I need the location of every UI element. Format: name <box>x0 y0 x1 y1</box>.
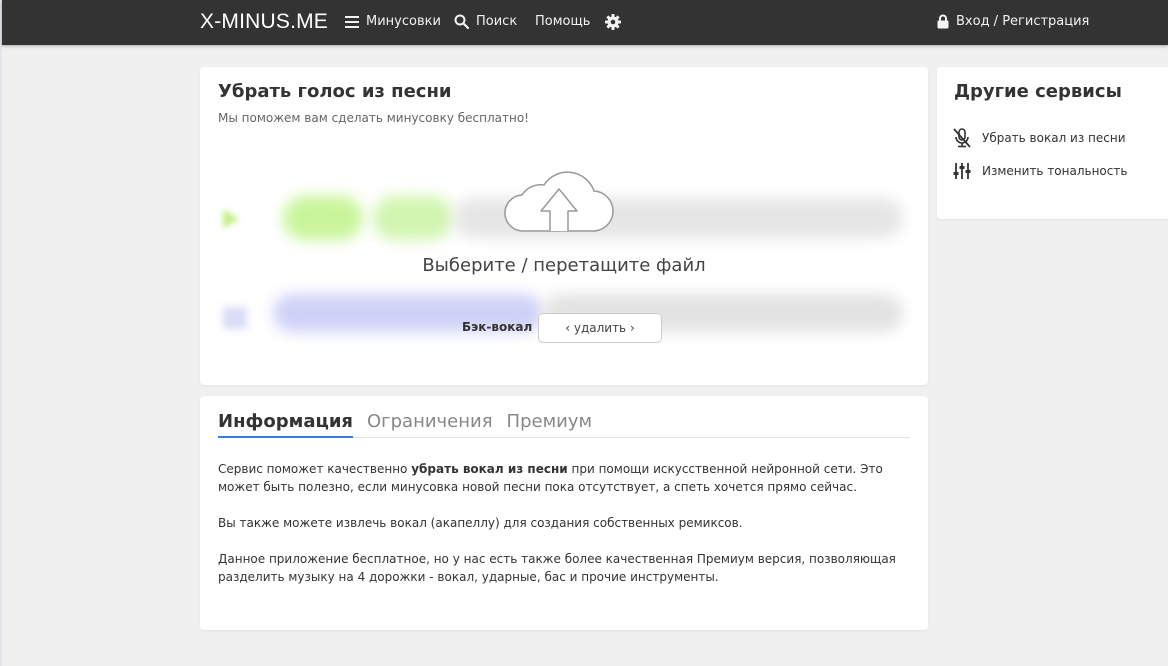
page-edge <box>0 0 2 666</box>
nav-search-label: Поиск <box>476 14 518 29</box>
login-label: Вход / Регистрация <box>956 14 1090 29</box>
hamburger-icon <box>345 15 359 28</box>
info-tabs: Информация Ограничения Премиум <box>218 410 910 438</box>
nav-menu-label: Минусовки <box>366 14 441 29</box>
settings-button[interactable] <box>605 0 621 43</box>
service-label-change-key: Изменить тональность <box>982 164 1128 178</box>
backvocal-remove-select[interactable]: ‹ удалить › <box>538 313 662 343</box>
info-p1-before: Сервис поможет качественно <box>218 462 412 476</box>
top-navbar: X-MINUS.ME Минусовки Поиск Помощь Вход /… <box>2 0 1168 45</box>
other-services-title: Другие сервисы <box>954 81 1122 102</box>
tab-premium[interactable]: Премиум <box>507 410 593 438</box>
play-icon <box>223 209 239 229</box>
info-card: Информация Ограничения Премиум Сервис по… <box>200 396 928 630</box>
waveform-track-1 <box>283 196 363 240</box>
info-paragraph-1: Сервис поможет качественно убрать вокал … <box>218 460 910 496</box>
other-services-card: Другие сервисы Убрать вокал из песни Изм… <box>937 67 1168 219</box>
nav-menu-link[interactable]: Минусовки <box>345 0 441 43</box>
nav-help-label: Помощь <box>535 14 591 29</box>
page-title: Убрать голос из песни <box>218 81 452 102</box>
nav-help-link[interactable]: Помощь <box>535 0 590 43</box>
service-link-remove-vocal[interactable]: Убрать вокал из песни <box>953 128 1126 148</box>
sliders-icon <box>953 163 971 179</box>
pause-icon <box>223 307 247 329</box>
search-icon <box>454 14 469 29</box>
info-paragraph-2: Вы также можете извлечь вокал (акапеллу)… <box>218 516 743 530</box>
info-paragraph-3: Данное приложение бесплатное, но у нас е… <box>218 552 896 584</box>
service-label-remove-vocal: Убрать вокал из песни <box>982 131 1126 145</box>
tab-limitations[interactable]: Ограничения <box>367 410 493 438</box>
login-link[interactable]: Вход / Регистрация <box>937 0 1089 43</box>
mic-off-icon <box>953 128 971 148</box>
waveform-track-1b <box>373 196 453 240</box>
lock-icon <box>937 14 949 29</box>
nav-search-link[interactable]: Поиск <box>454 0 517 43</box>
info-p1-bold: убрать вокал из песни <box>411 462 568 476</box>
upload-dropzone-label[interactable]: Выберите / перетащите файл <box>200 255 928 276</box>
cloud-upload-icon[interactable] <box>502 163 616 239</box>
backvocal-label: Бэк-вокал <box>462 320 533 334</box>
page-subtitle: Мы поможем вам сделать минусовку бесплат… <box>218 111 529 125</box>
service-link-change-key[interactable]: Изменить тональность <box>953 162 1127 180</box>
tab-information[interactable]: Информация <box>218 410 353 438</box>
site-logo[interactable]: X-MINUS.ME <box>200 10 328 34</box>
vocal-remover-card: Убрать голос из песни Мы поможем вам сде… <box>200 67 928 385</box>
gear-icon <box>605 13 621 30</box>
